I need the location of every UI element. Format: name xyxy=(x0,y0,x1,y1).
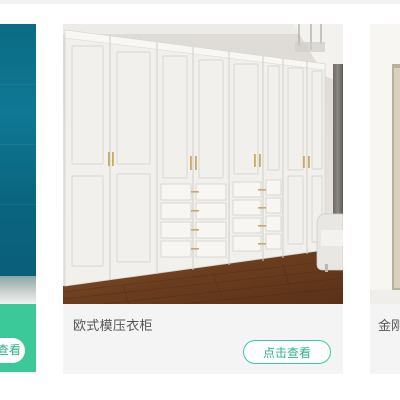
view-button-wardrobe[interactable]: 点击查看 xyxy=(243,340,331,364)
product-card-left[interactable]: 点击查看 xyxy=(0,24,36,374)
product-title-right: 金刚 xyxy=(378,319,400,334)
product-title-wardrobe: 欧式模压衣柜 xyxy=(73,319,153,334)
product-card-right[interactable]: 金刚 xyxy=(370,24,400,374)
top-divider xyxy=(0,0,400,4)
product-carousel: 点击查看 xyxy=(0,0,400,400)
product-image-left xyxy=(0,24,36,276)
view-button-left-label: 点击查看 xyxy=(0,343,21,357)
product-image-left-floor xyxy=(0,276,36,304)
product-card-wardrobe[interactable]: 欧式模压衣柜 点击查看 xyxy=(63,24,343,374)
door-illustration-right xyxy=(370,24,400,304)
wardrobe-room-illustration xyxy=(63,24,343,304)
view-button-left[interactable]: 点击查看 xyxy=(0,338,25,363)
product-image-wardrobe[interactable] xyxy=(63,24,343,304)
product-image-right xyxy=(370,24,400,304)
